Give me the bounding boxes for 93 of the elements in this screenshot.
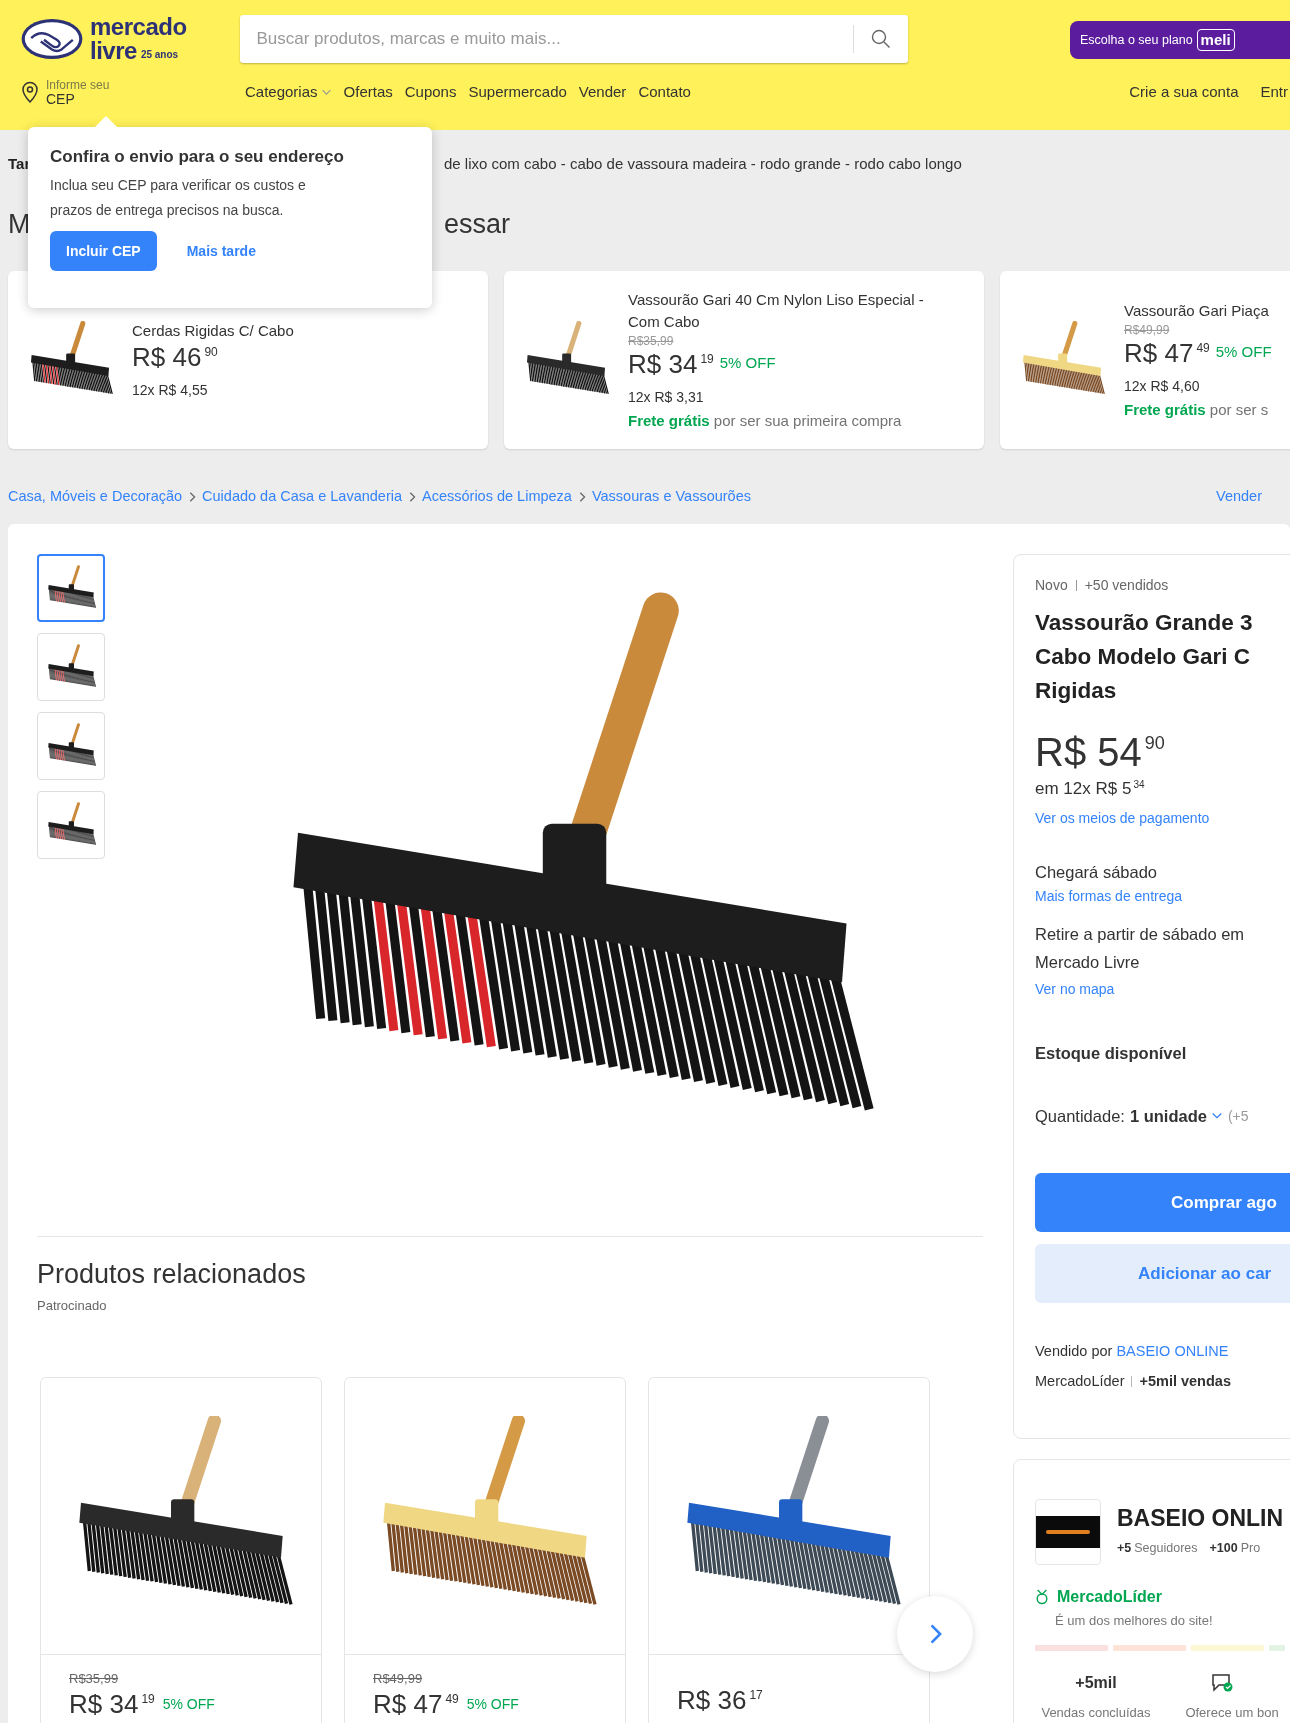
price: R$ 54	[1035, 732, 1142, 772]
product-title: Cerdas Rigidas C/ Cabo	[132, 321, 295, 341]
nav-link[interactable]: Contato	[638, 80, 691, 104]
installments: 12x R$ 4,55	[132, 381, 209, 400]
price-cents: 90	[1144, 734, 1165, 752]
price: R$ 46	[132, 344, 202, 370]
quantity-label: Quantidade:	[1035, 1106, 1125, 1127]
stock-label: Estoque disponível	[1035, 1043, 1188, 1064]
installments: 12x R$ 3,31	[628, 387, 705, 407]
leader-title: MercadoLíder	[1057, 1587, 1162, 1607]
medal-icon	[1035, 1589, 1049, 1605]
price-cents: 49	[1196, 341, 1210, 354]
product-title: Vassourão Grande 3	[1035, 609, 1254, 637]
location-label[interactable]: CEP	[46, 92, 110, 106]
payment-link[interactable]: Ver os meios de pagamento	[1035, 809, 1290, 827]
shipping-text: Frete grátis por ser s	[1124, 399, 1270, 420]
trends-label: Tar	[8, 154, 31, 174]
stock-count: (+5	[1227, 1107, 1249, 1126]
old-price: R$35,99	[69, 1671, 120, 1687]
seller-name: BASEIO ONLIN	[1117, 1504, 1284, 1533]
condition-label: Novo	[1035, 576, 1068, 594]
map-link[interactable]: Ver no mapa	[1035, 980, 1290, 998]
include-cep-button[interactable]: Incluir CEP	[50, 231, 157, 271]
price-cents: 90	[204, 346, 218, 358]
sales-count: +5mil	[1075, 1672, 1117, 1693]
section-title: essar	[444, 208, 511, 241]
discount-label: 5% OFF	[466, 1694, 519, 1714]
leader-label: MercadoLíder	[1035, 1372, 1125, 1391]
delivery-text: Chegará sábado	[1035, 862, 1158, 883]
delivery-link[interactable]: Mais formas de entrega	[1035, 887, 1290, 905]
quantity-dropdown[interactable]: 1 unidade	[1129, 1105, 1223, 1127]
price: R$ 47	[1124, 339, 1194, 366]
buy-now-button[interactable]: Comprar ago	[1035, 1173, 1290, 1232]
product-title: Vassourão Gari Piaça	[1124, 300, 1270, 321]
followers-label: Seguidores	[1134, 1540, 1198, 1557]
nav-link[interactable]: Cupons	[404, 80, 457, 104]
discount-label: 5% OFF	[719, 353, 776, 374]
logo-text[interactable]: livre	[90, 39, 137, 63]
installments: em 12x R$ 5	[1035, 778, 1132, 800]
price: R$ 34	[628, 350, 698, 377]
chat-check-icon	[1211, 1672, 1233, 1693]
old-price: R$49,99	[1124, 321, 1171, 338]
account-link[interactable]: Entr	[1260, 80, 1288, 104]
sold-count: +50 vendidos	[1084, 576, 1169, 594]
sales-label: Vendas concluídas	[1041, 1703, 1151, 1722]
price-cents: 19	[141, 1693, 155, 1705]
discount-label: 5% OFF	[162, 1694, 215, 1714]
products-count: +100	[1209, 1540, 1238, 1557]
price-cents: 49	[445, 1693, 459, 1705]
installment-cents: 34	[1133, 780, 1145, 790]
nav-link[interactable]: Categorias	[245, 80, 332, 104]
leader-description: É um dos melhores do site!	[1055, 1612, 1214, 1630]
price: R$ 34	[69, 1691, 139, 1717]
products-label: Pro	[1240, 1540, 1261, 1557]
pickup-text: Retire a partir de sábado em Mercado Livre	[1035, 924, 1246, 973]
logo-subtitle: 25 anos	[140, 50, 179, 60]
service-label: Oferece um bon	[1185, 1703, 1279, 1722]
popup-text: Inclua seu CEP para verificar os custos e prazos de entrega precisos na busca.	[50, 176, 307, 220]
nav-link[interactable]: Supermercado	[468, 80, 567, 104]
old-price: R$49,99	[373, 1671, 424, 1687]
price-cents: 19	[700, 352, 714, 365]
trends-text[interactable]: de lixo com cabo - cabo de vassoura madeira - rodo grande - rodo cabo longo	[444, 154, 962, 174]
seller-link[interactable]: BASEIO ONLINE	[1116, 1341, 1229, 1361]
discount-label: 5% OFF	[1215, 342, 1272, 363]
location-hint[interactable]: Informe seu	[46, 78, 110, 92]
store-logo-picture	[1036, 1516, 1100, 1548]
shipping-text: Frete grátis por ser sua primeira compra	[628, 410, 903, 431]
popup-title: Confira o envio para o seu endereço	[50, 146, 345, 168]
product-title: Cabo Modelo Gari C	[1035, 643, 1251, 671]
section-title: M	[8, 208, 31, 241]
product-title: Vassourão Gari 40 Cm Nylon Liso Especial - Com Cabo	[628, 289, 925, 332]
sold-by-label: Vendido por	[1035, 1342, 1113, 1361]
plan-button[interactable]: Escolha o seu plano meli	[1070, 21, 1290, 59]
handshake-icon	[20, 17, 84, 61]
search-icon	[871, 29, 891, 49]
nav-link[interactable]: Ofertas	[343, 80, 393, 104]
old-price: R$35,99	[628, 332, 675, 349]
price: R$ 36	[677, 1687, 747, 1713]
price: R$ 47	[373, 1691, 443, 1717]
location-pin-icon	[20, 80, 40, 104]
account-link[interactable]: Crie a sua conta	[1129, 80, 1239, 104]
followers-count: +5	[1117, 1540, 1132, 1557]
nav-link[interactable]: Vender	[578, 80, 627, 104]
price-cents: 17	[749, 1689, 763, 1701]
installments: 12x R$ 4,60	[1124, 376, 1201, 396]
section-title: Produtos relacionados	[37, 1258, 307, 1291]
image-thumbnail[interactable]	[37, 554, 105, 622]
brand-badge: meli	[1196, 29, 1235, 51]
later-link[interactable]: Mais tarde	[186, 240, 256, 262]
logo-text[interactable]: mercado	[90, 15, 187, 39]
product-title: Rigidas	[1035, 677, 1118, 705]
sponsored-label: Patrocinado	[37, 1297, 108, 1315]
sales-count: +5mil vendas	[1139, 1372, 1231, 1391]
